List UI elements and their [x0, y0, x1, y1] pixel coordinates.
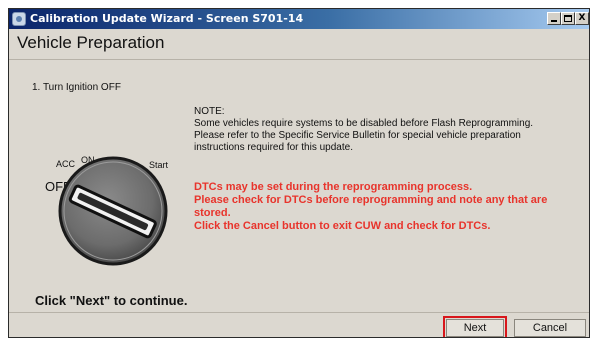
window-title: Calibration Update Wizard - Screen S701-…	[30, 12, 304, 25]
step-instruction: 1. Turn Ignition OFF	[32, 82, 121, 93]
dtc-warning: DTCs may be set during the reprogramming…	[194, 181, 574, 233]
warning-line: stored.	[194, 207, 231, 219]
note-heading: NOTE:	[194, 106, 225, 117]
page-title: Vehicle Preparation	[17, 33, 165, 52]
minimize-button[interactable]	[547, 12, 561, 25]
note-line: instructions required for this update.	[194, 142, 353, 153]
warning-line: Click the Cancel button to exit CUW and …	[194, 220, 491, 232]
next-button[interactable]: Next	[443, 316, 507, 337]
ignition-key-switch-icon	[58, 156, 168, 266]
note-block: NOTE: Some vehicles require systems to b…	[194, 106, 574, 154]
continue-instruction: Click "Next" to continue.	[35, 293, 188, 308]
wizard-window: Calibration Update Wizard - Screen S701-…	[8, 8, 590, 338]
note-line: Please refer to the Specific Service Bul…	[194, 130, 521, 141]
note-line: Some vehicles require systems to be disa…	[194, 118, 534, 129]
warning-line: DTCs may be set during the reprogramming…	[194, 181, 473, 193]
warning-line: Please check for DTCs before reprogrammi…	[194, 194, 548, 206]
footer-divider	[9, 312, 589, 313]
close-button[interactable]: X	[575, 12, 589, 25]
app-icon	[12, 12, 26, 26]
maximize-icon	[564, 15, 572, 22]
cancel-button[interactable]: Cancel	[514, 319, 586, 337]
minimize-icon	[551, 20, 557, 22]
page-header: Vehicle Preparation	[9, 29, 589, 60]
maximize-button[interactable]	[561, 12, 575, 25]
title-bar[interactable]: Calibration Update Wizard - Screen S701-…	[9, 9, 589, 29]
